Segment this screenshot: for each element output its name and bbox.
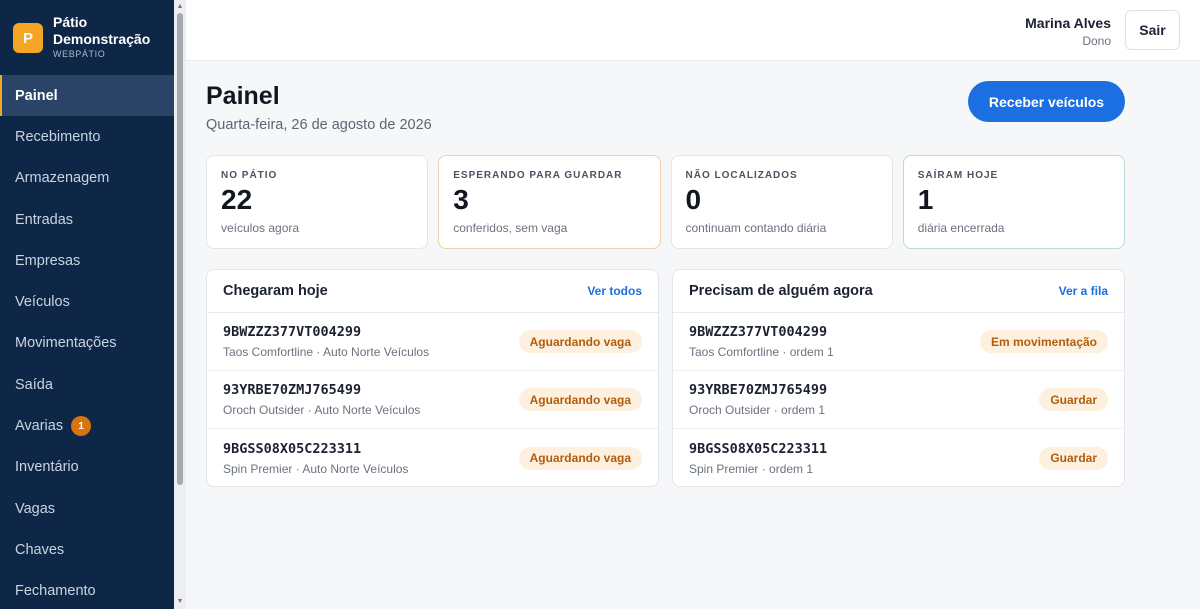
page-header: Painel Quarta-feira, 26 de agosto de 202… [206,82,432,133]
scroll-up-icon[interactable]: ▲ [176,3,184,11]
stat-card-no-patio: NO PÁTIO 22 veículos agora [206,155,429,249]
vehicle-chassis: 9BGSS08X05C223311 [689,440,828,457]
vehicle-details: Oroch Outsider · ordem 1 [689,403,826,417]
main-content: Marina Alves Dono Sair Painel Quarta-fei… [186,0,1200,609]
stat-value: 1 [917,184,934,215]
stat-note: conferidos, sem vaga [453,221,568,235]
sidebar-item-entradas[interactable]: Entradas [0,199,174,240]
status-badge: Aguardando vaga [518,446,642,470]
sidebar-item-label: Empresas [15,252,81,269]
panel-header: Chegaram hoje Ver todos [207,270,658,313]
stat-note: veículos agora [221,221,300,235]
sidebar-item-label: Movimentações [15,335,117,352]
panel-header: Precisam de alguém agora Ver a fila [673,270,1124,313]
brand-name-line1: Pátio [53,14,88,30]
stat-label: NÃO LOCALIZADOS [685,170,798,181]
vehicle-details: Taos Comfortline · Auto Norte Veículos [223,345,430,359]
sidebar-item-label: Avarias [15,418,64,435]
sidebar-item-label: Painel [15,87,58,104]
list-item[interactable]: 93YRBE70ZMJ765499 Oroch Outsider · Auto … [207,371,658,429]
page-title: Painel [206,82,280,110]
vehicle-chassis: 9BWZZZ377VT004299 [689,324,828,340]
status-badge[interactable]: Em movimentação [979,330,1108,353]
sidebar-item-avarias[interactable]: Avarias 1 [0,405,174,446]
sidebar-item-veiculos[interactable]: Veículos [0,281,174,322]
sidebar-item-label: Fechamento [15,583,96,600]
sidebar-scrollbar[interactable]: ▲ ▼ [174,0,186,609]
view-all-link[interactable]: Ver todos [587,284,642,298]
sidebar-item-label: Entradas [15,211,74,228]
vehicle-chassis: 9BGSS08X05C223311 [223,440,362,457]
brand[interactable]: P Pátio Demonstração WEBPÁTIO [0,0,174,75]
stat-label: ESPERANDO PARA GUARDAR [453,170,623,181]
list-item[interactable]: 9BGSS08X05C223311 Spin Premier · ordem 1… [673,429,1124,486]
sidebar-nav: Painel Recebimento Armazenagem Entradas … [0,75,174,609]
receive-vehicles-button[interactable]: Receber veículos [968,81,1125,122]
stat-label: NO PÁTIO [221,170,278,181]
panel-title: Precisam de alguém agora [689,283,873,299]
stat-value: 3 [453,184,469,215]
list-item[interactable]: 9BWZZZ377VT004299 Taos Comfortline · Aut… [207,313,658,371]
status-badge: Aguardando vaga [518,388,642,411]
sidebar-item-recebimento[interactable]: Recebimento [0,116,174,157]
page-date: Quarta-feira, 26 de agosto de 2026 [206,117,432,133]
stat-card-nao-localizados: NÃO LOCALIZADOS 0 continuam contando diá… [670,155,893,249]
sidebar-item-label: Vagas [15,500,56,517]
vehicle-details: Taos Comfortline · ordem 1 [689,345,834,359]
stat-value: 22 [221,184,253,215]
stat-card-sairam-hoje: SAÍRAM HOJE 1 diária encerrada [902,155,1125,249]
vehicle-details: Oroch Outsider · Auto Norte Veículos [223,403,421,417]
sidebar-item-label: Veículos [15,294,70,311]
sidebar-item-fechamento[interactable]: Fechamento [0,571,174,609]
guardar-action[interactable]: Guardar [1039,388,1108,411]
guardar-action[interactable]: Guardar [1039,446,1108,470]
list-item[interactable]: 93YRBE70ZMJ765499 Oroch Outsider · ordem… [673,371,1124,429]
sidebar-item-chaves[interactable]: Chaves [0,529,174,570]
sidebar: P Pátio Demonstração WEBPÁTIO Painel Rec… [0,0,174,609]
stat-note: diária encerrada [917,221,1005,235]
sidebar-item-label: Recebimento [15,128,101,145]
stats-row: NO PÁTIO 22 veículos agora ESPERANDO PAR… [206,155,1125,249]
status-badge: Aguardando vaga [518,330,642,353]
brand-subtitle: WEBPÁTIO [53,49,106,59]
sidebar-item-painel[interactable]: Painel [0,75,174,117]
sidebar-item-label: Armazenagem [15,170,110,187]
stat-note: continuam contando diária [685,221,827,235]
sidebar-item-empresas[interactable]: Empresas [0,240,174,281]
brand-text: Pátio Demonstração WEBPÁTIO [53,14,150,59]
brand-logo-icon: P [13,23,43,53]
user-info: Marina Alves Dono [1025,15,1111,48]
logout-button[interactable]: Sair [1125,10,1180,50]
panel-title: Chegaram hoje [223,283,328,299]
stat-label: SAÍRAM HOJE [917,170,999,181]
needs-attention-panel: Precisam de alguém agora Ver a fila 9BWZ… [672,269,1125,487]
sidebar-item-saida[interactable]: Saída [0,364,174,405]
arrived-today-panel: Chegaram hoje Ver todos 9BWZZZ377VT00429… [206,269,659,487]
topbar: Marina Alves Dono Sair [186,0,1200,61]
sidebar-item-movimentacoes[interactable]: Movimentações [0,323,174,364]
scroll-down-icon[interactable]: ▼ [176,598,184,606]
vehicle-details: Spin Premier · ordem 1 [689,461,814,476]
avarias-count-badge: 1 [71,416,92,437]
brand-name-line2: Demonstração [53,31,151,47]
sidebar-item-vagas[interactable]: Vagas [0,488,174,529]
view-queue-link[interactable]: Ver a fila [1059,284,1108,298]
user-role: Dono [1082,34,1111,48]
vehicle-chassis: 9BWZZZ377VT004299 [223,324,362,340]
vehicle-chassis: 93YRBE70ZMJ765499 [223,382,362,398]
sidebar-item-label: Inventário [15,459,79,476]
vehicle-details: Spin Premier · Auto Norte Veículos [223,461,409,476]
sidebar-item-armazenagem[interactable]: Armazenagem [0,158,174,199]
scrollbar-thumb[interactable] [177,13,183,485]
vehicle-chassis: 93YRBE70ZMJ765499 [689,382,828,398]
stat-card-esperando: ESPERANDO PARA GUARDAR 3 conferidos, sem… [438,155,661,249]
sidebar-item-label: Saída [15,376,53,393]
sidebar-item-label: Chaves [15,541,65,558]
stat-value: 0 [685,184,702,215]
list-item[interactable]: 9BGSS08X05C223311 Spin Premier · Auto No… [207,429,658,486]
sidebar-item-inventario[interactable]: Inventário [0,447,174,488]
user-name: Marina Alves [1025,15,1111,31]
list-item[interactable]: 9BWZZZ377VT004299 Taos Comfortline · ord… [673,313,1124,371]
